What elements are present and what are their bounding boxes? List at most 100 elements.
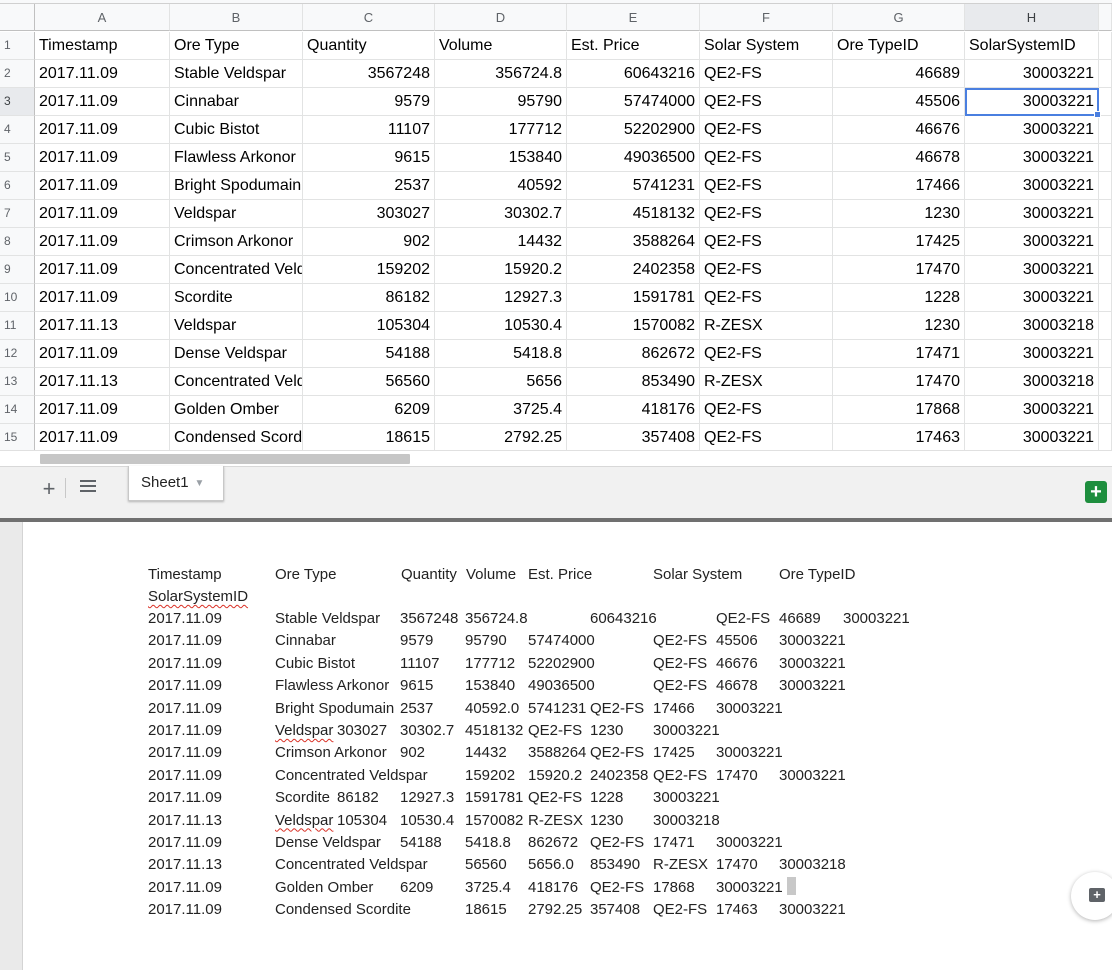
table-cell[interactable]: 60643216 (567, 60, 700, 88)
table-cell[interactable]: 2017.11.13 (35, 312, 170, 340)
header-cell[interactable]: Ore TypeID (833, 32, 965, 60)
table-cell[interactable]: 159202 (303, 256, 435, 284)
table-cell[interactable]: 17463 (833, 424, 965, 452)
column-header-d[interactable]: D (435, 4, 567, 31)
table-cell[interactable]: 3588264 (567, 228, 700, 256)
table-cell[interactable]: 46678 (833, 144, 965, 172)
table-cell-empty[interactable] (1099, 172, 1112, 200)
row-header[interactable]: 6 (0, 172, 35, 200)
header-cell[interactable]: Timestamp (35, 32, 170, 60)
table-cell[interactable]: 2017.11.09 (35, 340, 170, 368)
row-header[interactable]: 14 (0, 396, 35, 424)
row-header[interactable]: 13 (0, 368, 35, 396)
table-cell[interactable]: 4518132 (567, 200, 700, 228)
row-header[interactable]: 12 (0, 340, 35, 368)
table-cell[interactable]: 30003218 (965, 312, 1099, 340)
table-cell-empty[interactable] (1099, 312, 1112, 340)
table-cell[interactable]: Cubic Bistot (170, 116, 303, 144)
table-cell[interactable]: QE2-FS (700, 144, 833, 172)
row-header[interactable]: 3 (0, 88, 35, 116)
table-cell[interactable]: Concentrated Veldspar (170, 256, 303, 284)
table-cell[interactable]: 2017.11.09 (35, 144, 170, 172)
row-header[interactable]: 1 (0, 32, 35, 60)
table-cell[interactable]: 30003218 (965, 368, 1099, 396)
table-cell[interactable]: 17470 (833, 256, 965, 284)
table-cell[interactable]: 2017.11.09 (35, 228, 170, 256)
table-cell[interactable]: 12927.3 (435, 284, 567, 312)
column-header-e[interactable]: E (567, 4, 700, 31)
table-cell[interactable]: R-ZESX (700, 312, 833, 340)
table-cell[interactable]: 303027 (303, 200, 435, 228)
table-cell[interactable]: 54188 (303, 340, 435, 368)
table-cell[interactable]: QE2-FS (700, 172, 833, 200)
table-cell[interactable]: 95790 (435, 88, 567, 116)
table-cell[interactable]: 2017.11.13 (35, 368, 170, 396)
table-cell[interactable]: Crimson Arkonor (170, 228, 303, 256)
table-cell[interactable]: Veldspar (170, 312, 303, 340)
column-header-f[interactable]: F (700, 4, 833, 31)
table-cell[interactable]: QE2-FS (700, 284, 833, 312)
column-header-c[interactable]: C (303, 4, 435, 31)
table-cell[interactable]: QE2-FS (700, 340, 833, 368)
table-cell[interactable]: Condensed Scordite (170, 424, 303, 452)
table-cell[interactable]: 5741231 (567, 172, 700, 200)
table-cell[interactable]: Scordite (170, 284, 303, 312)
table-cell-empty[interactable] (1099, 116, 1112, 144)
table-cell[interactable]: 57474000 (567, 88, 700, 116)
column-header-a[interactable]: A (35, 4, 170, 31)
add-comment-button[interactable]: + (1071, 872, 1112, 920)
table-cell[interactable]: 30003221 (965, 424, 1099, 452)
header-cell[interactable]: SolarSystemID (965, 32, 1099, 60)
table-cell-empty[interactable] (1099, 340, 1112, 368)
table-cell[interactable]: 30302.7 (435, 200, 567, 228)
row-header[interactable]: 2 (0, 60, 35, 88)
table-cell[interactable]: 177712 (435, 116, 567, 144)
table-cell[interactable]: 105304 (303, 312, 435, 340)
table-cell[interactable]: 30003221 (965, 396, 1099, 424)
table-cell[interactable]: QE2-FS (700, 60, 833, 88)
table-cell[interactable]: 30003221 (965, 228, 1099, 256)
chevron-down-icon[interactable]: ▼ (195, 478, 205, 489)
table-cell[interactable]: 902 (303, 228, 435, 256)
table-cell[interactable]: 153840 (435, 144, 567, 172)
table-cell[interactable]: 45506 (833, 88, 965, 116)
table-cell[interactable]: 30003221 (965, 172, 1099, 200)
table-cell[interactable]: 2017.11.09 (35, 172, 170, 200)
table-cell[interactable]: 30003221 (965, 116, 1099, 144)
table-cell[interactable]: QE2-FS (700, 424, 833, 452)
table-cell[interactable]: 49036500 (567, 144, 700, 172)
table-cell[interactable]: 17425 (833, 228, 965, 256)
table-cell-empty[interactable] (1099, 284, 1112, 312)
row-header[interactable]: 10 (0, 284, 35, 312)
table-cell[interactable]: 6209 (303, 396, 435, 424)
header-cell[interactable]: Volume (435, 32, 567, 60)
table-cell[interactable]: 2017.11.09 (35, 284, 170, 312)
table-cell[interactable]: QE2-FS (700, 228, 833, 256)
table-cell[interactable]: 10530.4 (435, 312, 567, 340)
row-header[interactable]: 9 (0, 256, 35, 284)
row-header[interactable]: 15 (0, 424, 35, 452)
table-cell[interactable]: QE2-FS (700, 200, 833, 228)
table-cell[interactable]: 2017.11.09 (35, 256, 170, 284)
header-cell[interactable]: Quantity (303, 32, 435, 60)
table-cell[interactable]: 9615 (303, 144, 435, 172)
table-cell[interactable]: 14432 (435, 228, 567, 256)
row-header[interactable]: 4 (0, 116, 35, 144)
table-cell[interactable]: 11107 (303, 116, 435, 144)
fill-handle[interactable] (1094, 111, 1101, 118)
table-cell[interactable]: 17466 (833, 172, 965, 200)
horizontal-scrollbar-thumb[interactable] (40, 454, 410, 464)
table-cell[interactable]: 2537 (303, 172, 435, 200)
table-cell[interactable]: 30003221 (965, 340, 1099, 368)
select-all-corner[interactable] (0, 4, 35, 31)
table-cell-empty[interactable] (1099, 396, 1112, 424)
table-cell[interactable]: QE2-FS (700, 88, 833, 116)
table-cell[interactable]: 52202900 (567, 116, 700, 144)
table-cell[interactable]: 2402358 (567, 256, 700, 284)
table-cell-empty[interactable] (1099, 60, 1112, 88)
header-cell[interactable]: Est. Price (567, 32, 700, 60)
table-cell[interactable]: 2017.11.09 (35, 396, 170, 424)
table-cell[interactable]: Flawless Arkonor (170, 144, 303, 172)
table-cell[interactable]: 2017.11.09 (35, 200, 170, 228)
table-cell[interactable]: Cinnabar (170, 88, 303, 116)
